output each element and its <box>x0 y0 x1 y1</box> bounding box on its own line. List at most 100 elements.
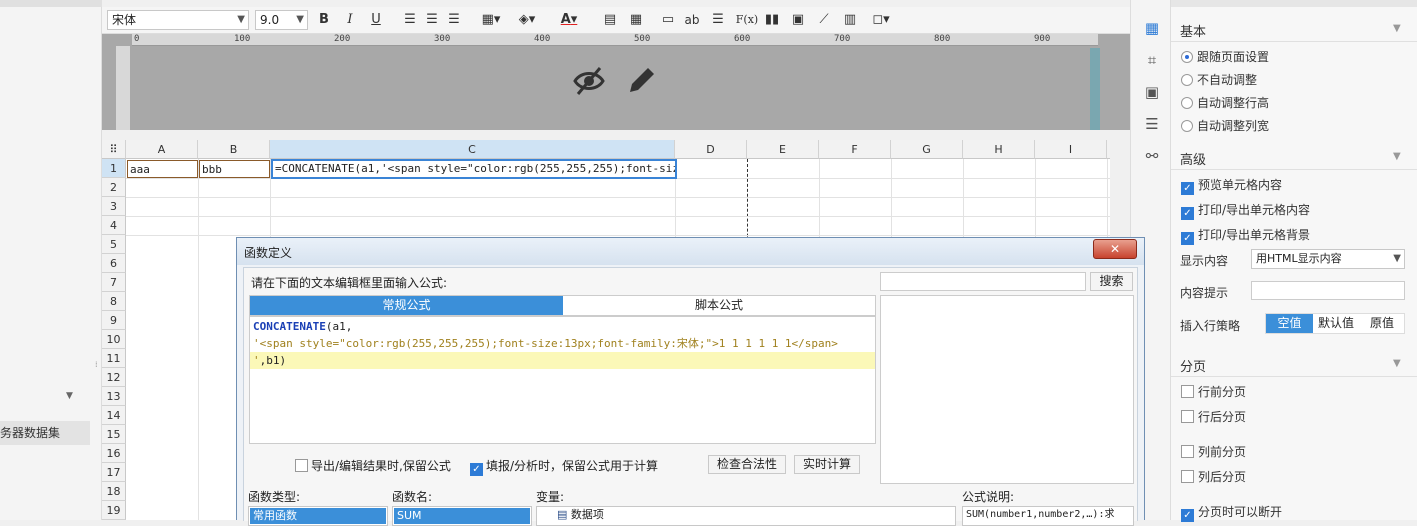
split-cells-icon[interactable]: ▦ <box>626 10 646 30</box>
option-auto-col-width[interactable]: 自动调整列宽 <box>1181 119 1269 133</box>
row-header[interactable]: 17 <box>102 463 126 482</box>
condition-style-icon[interactable]: ☰ <box>1142 114 1162 134</box>
realtime-calc-button[interactable]: 实时计算 <box>794 455 861 474</box>
option-follow-page[interactable]: 跟随页面设置 <box>1181 50 1269 64</box>
policy-original-button[interactable]: 原值 <box>1359 314 1405 333</box>
check-preview-content[interactable]: ✓ 预览单元格内容 <box>1181 178 1282 195</box>
row-header[interactable]: 14 <box>102 406 126 425</box>
subreport-icon[interactable]: ▥ <box>840 10 860 30</box>
more-insert-icon[interactable]: ◻▾ <box>866 10 896 30</box>
column-header-h[interactable]: H <box>963 140 1035 159</box>
check-print-background[interactable]: ✓ 打印/导出单元格背景 <box>1181 228 1310 245</box>
formula-button[interactable]: F(x) <box>734 10 760 30</box>
row-header[interactable]: 6 <box>102 254 126 273</box>
align-center-icon[interactable]: ☰ <box>422 10 442 30</box>
column-header-f[interactable]: F <box>819 140 891 159</box>
row-header[interactable]: 4 <box>102 216 126 235</box>
dataset-item[interactable]: 务器数据集 <box>0 421 90 445</box>
row-header[interactable]: 1 <box>102 159 126 178</box>
cell-a1[interactable]: aaa <box>127 160 198 178</box>
row-header[interactable]: 13 <box>102 387 126 406</box>
row-header[interactable]: 8 <box>102 292 126 311</box>
column-header-e[interactable]: E <box>747 140 819 159</box>
variable-tree[interactable]: ▤ 数据项 <box>536 506 956 526</box>
chart-icon[interactable]: ▮▮ <box>762 10 782 30</box>
column-header-c[interactable]: C <box>270 140 675 159</box>
chevron-down-icon[interactable]: ▼ <box>1393 151 1401 162</box>
pencil-icon[interactable] <box>624 64 658 98</box>
column-header-a[interactable]: A <box>126 140 198 159</box>
row-header[interactable]: 12 <box>102 368 126 387</box>
widget-icon[interactable]: ▣ <box>1142 82 1162 102</box>
row-header[interactable]: 16 <box>102 444 126 463</box>
fill-color-icon[interactable]: ◈▾ <box>512 10 542 30</box>
check-validity-button[interactable]: 检查合法性 <box>708 455 787 474</box>
chevron-down-icon[interactable]: ▼ <box>66 391 73 401</box>
check-break-before-row[interactable]: 行前分页 <box>1181 385 1246 399</box>
option-no-auto[interactable]: 不自动调整 <box>1181 73 1257 87</box>
policy-default-button[interactable]: 默认值 <box>1313 314 1359 333</box>
section-paging[interactable]: 分页 <box>1180 356 1206 375</box>
eye-slash-icon[interactable] <box>572 64 606 98</box>
row-header[interactable]: 18 <box>102 482 126 501</box>
formula-editor[interactable]: CONCATENATE(a1, '<span style="color:rgb(… <box>249 316 876 444</box>
check-keep-formula-export[interactable]: 导出/编辑结果时,保留公式 <box>295 457 451 474</box>
bold-button[interactable]: B <box>314 10 334 30</box>
check-keep-formula-fill[interactable]: ✓ 填报/分析时，保留公式用于计算 <box>470 457 658 476</box>
merge-cells-icon[interactable]: ▤ <box>600 10 620 30</box>
function-type-list[interactable]: 常用函数 <box>248 506 388 526</box>
tab-normal-formula[interactable]: 常规公式 <box>250 296 563 315</box>
row-header[interactable]: 9 <box>102 311 126 330</box>
check-break-after-col[interactable]: 列后分页 <box>1181 470 1246 484</box>
row-header[interactable]: 10 <box>102 330 126 349</box>
row-header[interactable]: 2 <box>102 178 126 197</box>
row-header[interactable]: 7 <box>102 273 126 292</box>
italic-button[interactable]: I <box>340 10 360 30</box>
row-header[interactable]: 15 <box>102 425 126 444</box>
list-item-selected[interactable]: SUM <box>394 508 530 524</box>
border-icon[interactable]: ▦▾ <box>476 10 506 30</box>
column-header-b[interactable]: B <box>198 140 270 159</box>
font-size-select[interactable]: 9.0 ▼ <box>255 10 308 30</box>
splitter-grip-icon[interactable]: ⁞ <box>95 360 98 369</box>
display-content-select[interactable]: 用HTML显示内容 ▼ <box>1251 249 1405 269</box>
cell-attributes-icon[interactable]: ▦ <box>1142 18 1162 38</box>
tab-script-formula[interactable]: 脚本公式 <box>563 296 875 315</box>
paragraph-icon[interactable]: ☰ <box>708 10 728 30</box>
font-family-select[interactable]: 宋体 ▼ <box>107 10 249 30</box>
wrap-text-button[interactable]: ab <box>682 10 702 30</box>
column-header-d[interactable]: D <box>675 140 747 159</box>
hyperlink-icon[interactable]: ⚯ <box>1142 146 1162 166</box>
chevron-down-icon[interactable]: ▼ <box>1393 23 1401 34</box>
section-basic[interactable]: 基本 <box>1180 21 1206 40</box>
column-header-g[interactable]: G <box>891 140 963 159</box>
check-allow-break[interactable]: ✓ 分页时可以断开 <box>1181 505 1282 522</box>
function-search-input[interactable] <box>880 272 1086 291</box>
tooltip-input[interactable] <box>1251 281 1405 300</box>
cell-c1[interactable]: =CONCATENATE(a1,'<span style="color:rgb(… <box>271 159 677 179</box>
section-advanced[interactable]: 高级 <box>1180 149 1206 168</box>
text-color-button[interactable]: A▾ <box>554 10 584 30</box>
row-header[interactable]: 5 <box>102 235 126 254</box>
row-header[interactable]: 11 <box>102 349 126 368</box>
policy-empty-button[interactable]: 空值 <box>1266 314 1313 333</box>
row-header[interactable]: 19 <box>102 501 126 520</box>
text-input-icon[interactable]: ▭ <box>658 10 678 30</box>
list-item-selected[interactable]: 常用函数 <box>250 508 386 524</box>
close-button[interactable]: ✕ <box>1093 239 1137 259</box>
column-header-i[interactable]: I <box>1035 140 1107 159</box>
search-button[interactable]: 搜索 <box>1090 272 1133 291</box>
slash-icon[interactable]: ⟋ <box>814 10 834 30</box>
align-right-icon[interactable]: ☰ <box>444 10 464 30</box>
image-icon[interactable]: ▣ <box>788 10 808 30</box>
underline-button[interactable]: U <box>366 10 386 30</box>
check-break-before-col[interactable]: 列前分页 <box>1181 445 1246 459</box>
align-left-icon[interactable]: ☰ <box>400 10 420 30</box>
check-break-after-row[interactable]: 行后分页 <box>1181 410 1246 424</box>
row-header[interactable]: 3 <box>102 197 126 216</box>
search-results-list[interactable] <box>880 295 1134 484</box>
function-name-list[interactable]: SUM <box>392 506 532 526</box>
option-auto-row-height[interactable]: 自动调整行高 <box>1181 96 1269 110</box>
select-all-corner[interactable]: ⠿ <box>102 140 126 159</box>
check-print-content[interactable]: ✓ 打印/导出单元格内容 <box>1181 203 1310 220</box>
